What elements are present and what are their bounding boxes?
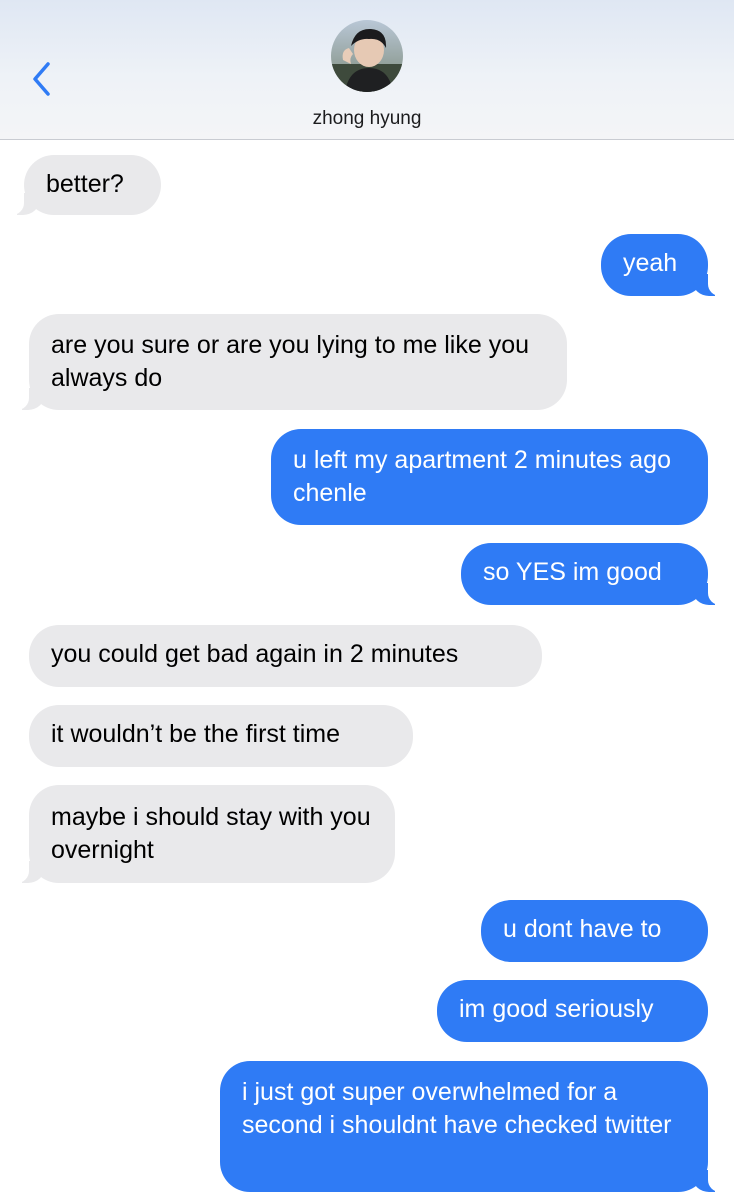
message-bubble-outgoing[interactable]: i just got super overwhelmed for a secon… [220,1061,734,1192]
message-bubble-incoming[interactable]: maybe i should stay with you overnight [3,785,395,883]
chevron-left-icon [33,62,50,96]
message-text: u dont have to [503,915,662,943]
message-text: so YES im good [483,558,662,586]
contact-avatar-photo [331,20,403,92]
message-bubble-incoming[interactable]: better? [0,155,161,215]
message-text: u left my apartment 2 minutes ago chenle [293,446,671,507]
message-bubble-outgoing[interactable]: u left my apartment 2 minutes ago chenle [271,429,708,525]
message-bubble-incoming[interactable]: you could get bad again in 2 minutes [29,625,542,687]
avatar[interactable] [331,20,403,92]
message-text: it wouldn’t be the first time [51,720,341,748]
message-bubble-incoming[interactable]: it wouldn’t be the first time [29,705,413,767]
message-bubble-incoming[interactable]: are you sure or are you lying to me like… [3,314,567,410]
conversation-header: zhong hyung [0,0,734,140]
message-text: im good seriously [459,995,654,1023]
message-bubble-outgoing[interactable]: u dont have to [481,900,708,962]
message-text: maybe i should stay with you overnight [51,803,371,864]
message-bubble-outgoing[interactable]: yeah [601,234,734,296]
back-button[interactable] [24,54,60,104]
message-text: are you sure or are you lying to me like… [51,331,530,392]
message-text: yeah [623,249,678,277]
message-bubble-outgoing[interactable]: im good seriously [437,980,708,1042]
message-text: you could get bad again in 2 minutes [51,640,459,668]
message-text: better? [46,170,124,198]
message-text: i just got super overwhelmed for a secon… [242,1078,672,1139]
message-bubble-outgoing[interactable]: so YES im good [461,543,734,605]
contact-name[interactable]: zhong hyung [0,108,734,130]
